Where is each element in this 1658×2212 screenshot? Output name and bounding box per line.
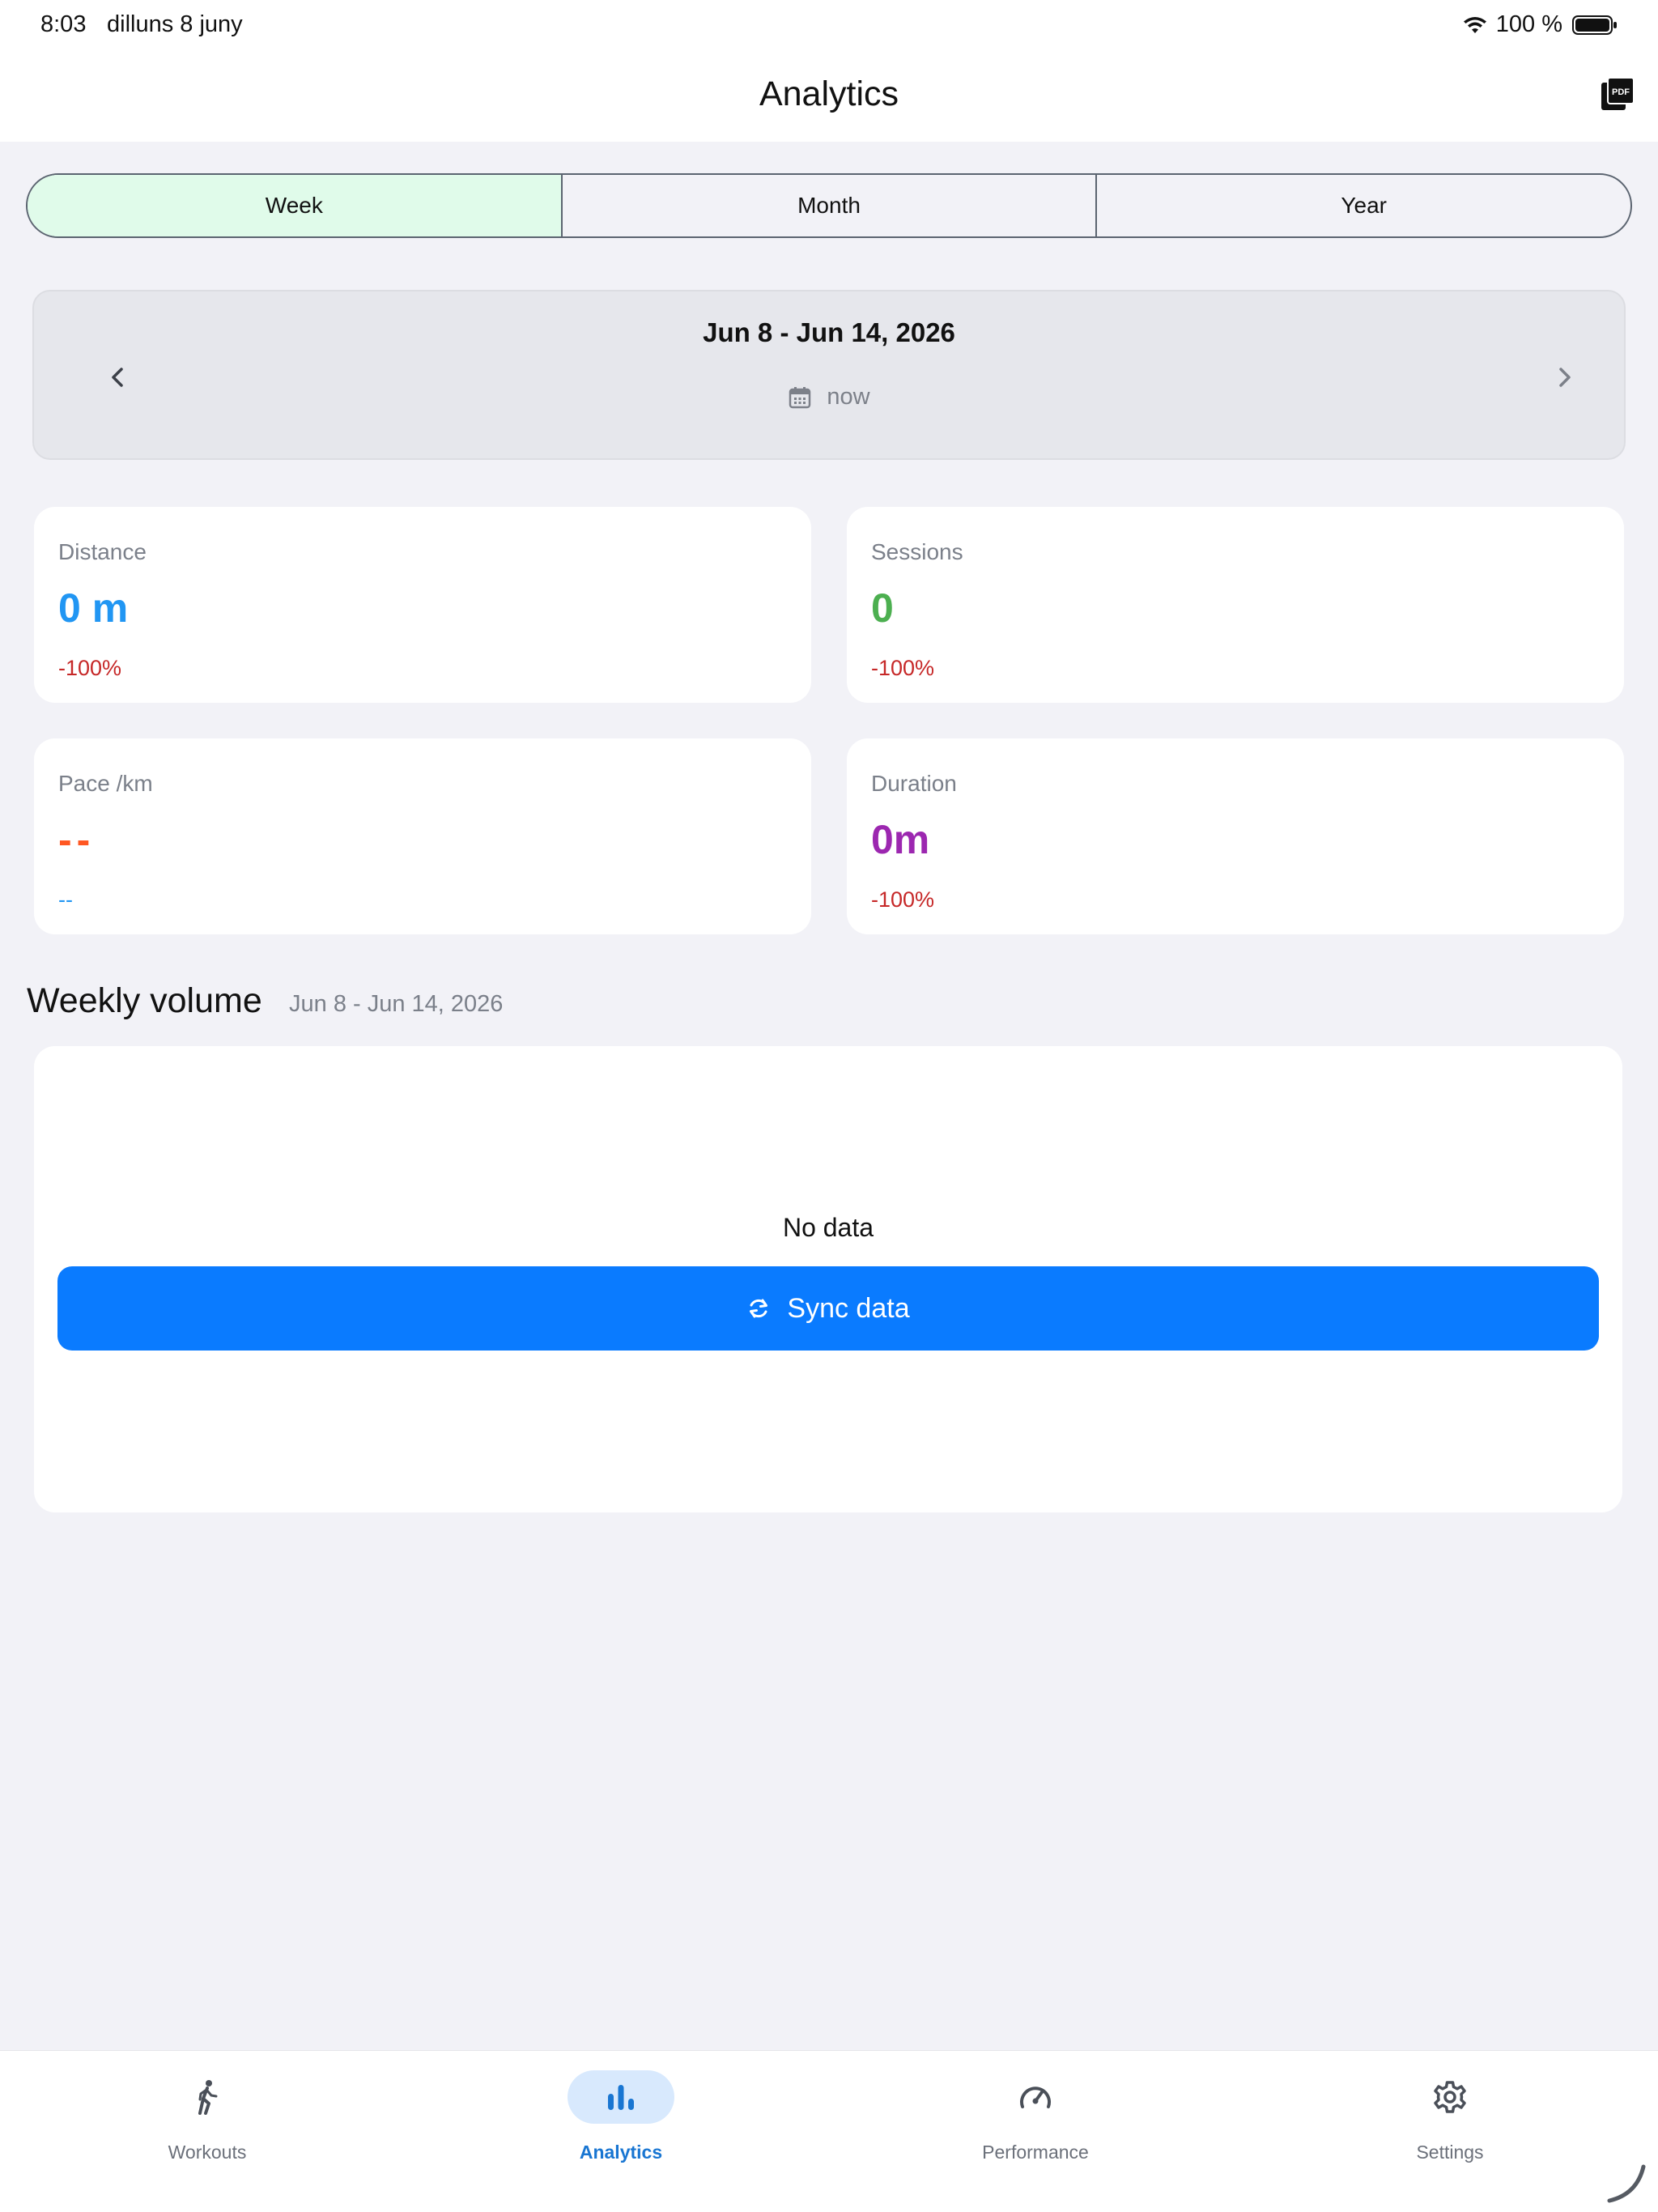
sync-data-button[interactable]: Sync data [57, 1266, 1599, 1351]
segment-month[interactable]: Month [563, 175, 1098, 236]
chevron-right-icon[interactable] [1550, 363, 1579, 392]
page-title: Analytics [759, 74, 899, 113]
tab-performance[interactable]: Performance [914, 2051, 1157, 2212]
period-segmented-control: Week Month Year [26, 173, 1632, 238]
weekly-volume-title: Weekly volume [27, 981, 262, 1020]
walking-icon [198, 2080, 218, 2115]
sync-icon [750, 1299, 768, 1318]
analytics-screen: 8:03 dilluns 8 juny 100 % Analytics PDF [0, 0, 1658, 2212]
tab-settings[interactable]: Settings [1329, 2051, 1571, 2212]
pace-label: Pace /km [58, 771, 153, 796]
navigation-bar: Analytics PDF [0, 52, 1658, 142]
date-range-subtitle: now [827, 384, 870, 410]
sync-data-label: Sync data [787, 1292, 910, 1324]
no-data-text: No data [782, 1213, 874, 1242]
sessions-change: -100% [871, 656, 935, 680]
tab-analytics-label: Analytics [579, 2142, 663, 2163]
tab-bar: Workouts Analytics Performance Settings [0, 2050, 1658, 2212]
tab-workouts-icon-wrap [154, 2070, 261, 2124]
resize-handle-icon[interactable] [1605, 2162, 1648, 2206]
battery-icon [1572, 15, 1617, 35]
segment-year[interactable]: Year [1097, 175, 1630, 236]
weekly-volume-card: No data Sync data [34, 1046, 1622, 1512]
sessions-card: Sessions 0 -100% [847, 507, 1624, 703]
tab-workouts-label: Workouts [168, 2142, 247, 2163]
date-range-title: Jun 8 - Jun 14, 2026 [703, 317, 955, 347]
tab-performance-label: Performance [982, 2142, 1089, 2163]
pace-change: -- [58, 887, 73, 912]
tab-analytics[interactable]: Analytics [500, 2051, 742, 2212]
distance-label: Distance [58, 539, 147, 564]
tab-settings-icon-wrap [1397, 2070, 1503, 2124]
battery-percent: 100 % [1495, 11, 1562, 37]
distance-card: Distance 0 m -100% [34, 507, 811, 703]
status-bar: 8:03 dilluns 8 juny 100 % [0, 0, 1658, 52]
gear-icon [1434, 2081, 1466, 2113]
pace-card: Pace /km -- -- [34, 738, 811, 934]
date-range-card: Jun 8 - Jun 14, 2026 now [32, 290, 1626, 460]
duration-value: 0m [871, 817, 930, 862]
distance-value: 0 m [58, 585, 129, 631]
tab-performance-icon-wrap [982, 2070, 1089, 2124]
bar-chart-icon [608, 2085, 634, 2110]
duration-change: -100% [871, 887, 935, 912]
sessions-label: Sessions [871, 539, 963, 564]
duration-card: Duration 0m -100% [847, 738, 1624, 934]
date-range-now[interactable]: now [34, 384, 1624, 410]
tab-workouts[interactable]: Workouts [86, 2051, 329, 2212]
status-time: 8:03 [40, 11, 87, 37]
svg-text:PDF: PDF [1612, 87, 1630, 97]
duration-label: Duration [871, 771, 957, 796]
distance-change: -100% [58, 656, 122, 680]
sessions-value: 0 [871, 585, 894, 631]
status-indicators: 100 % [1462, 11, 1618, 38]
status-date: dilluns 8 juny [107, 11, 243, 37]
wifi-icon [1463, 16, 1486, 33]
calendar-icon [789, 386, 811, 408]
pdf-export-icon[interactable]: PDF [1600, 76, 1635, 112]
tab-settings-label: Settings [1416, 2142, 1484, 2163]
pace-value: -- [58, 817, 96, 862]
tab-analytics-icon-wrap [568, 2070, 674, 2124]
speedometer-icon [1020, 2087, 1051, 2108]
weekly-volume-range: Jun 8 - Jun 14, 2026 [289, 991, 504, 1017]
segment-week[interactable]: Week [28, 175, 563, 236]
